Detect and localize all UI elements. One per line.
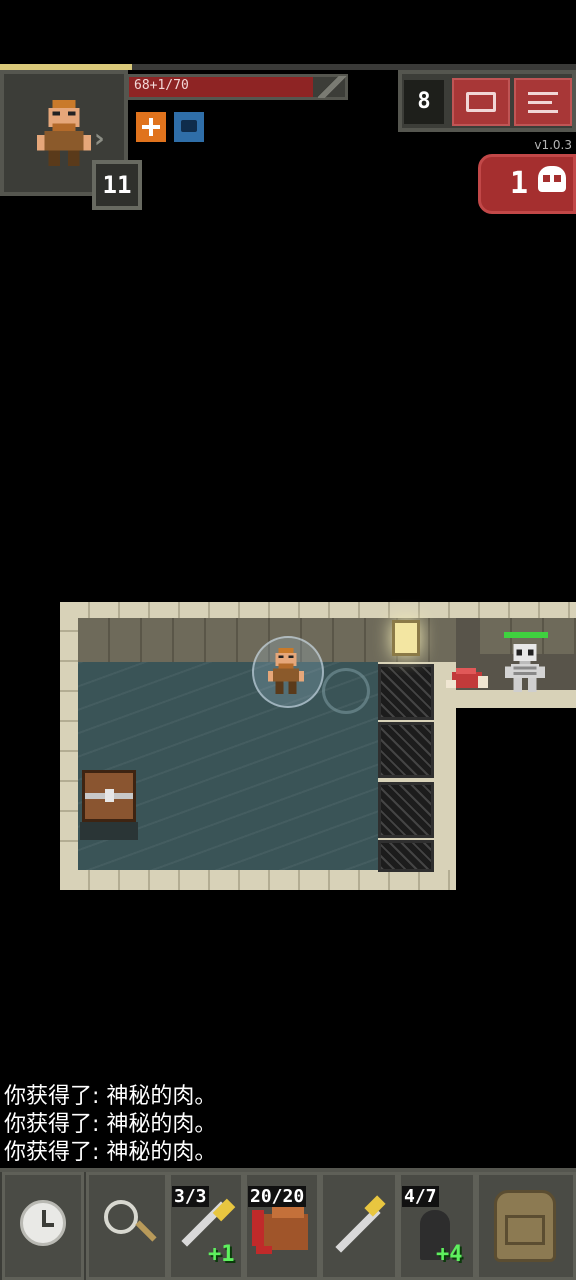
- wall-lamp-icon: [392, 620, 420, 656]
- skull-icon: [538, 166, 566, 192]
- quickslot-bonus: +1: [208, 1242, 235, 1267]
- journal-icon: [466, 92, 496, 112]
- corridor-floor-edge: [452, 690, 576, 708]
- quickslot-charges: 4/7: [402, 1186, 439, 1207]
- magnifier-icon: [104, 1200, 138, 1234]
- floor-grate[interactable]: [378, 840, 434, 872]
- wall-right-edge: [434, 690, 456, 890]
- skeleton-enemy[interactable]: [502, 644, 548, 692]
- treasure-chest[interactable]: [82, 770, 136, 822]
- floor-grate[interactable]: [378, 664, 434, 720]
- wall-top-edge: [60, 602, 576, 618]
- clock-icon: [20, 1200, 66, 1246]
- chest-pedestal: [80, 822, 138, 840]
- wall-left-edge: [60, 602, 78, 890]
- chevron-right-icon: ›: [94, 124, 105, 154]
- quickslot-count: 20/20: [248, 1186, 307, 1207]
- quickslot-charges: 3/3: [172, 1186, 209, 1207]
- hp-text: 68+1/70: [134, 78, 189, 93]
- floor-grate[interactable]: [378, 782, 434, 838]
- hero-sprite[interactable]: [268, 646, 304, 696]
- hp-bar-cap: [318, 76, 348, 98]
- hero-portrait: [36, 100, 92, 166]
- buff-orange-icon[interactable]: [136, 112, 166, 142]
- wall-bottom-edge: [60, 870, 456, 890]
- version-label: v1.0.3: [534, 138, 572, 152]
- backpack-icon: [494, 1190, 556, 1262]
- buff-blue-icon[interactable]: [174, 112, 204, 142]
- floor-grate[interactable]: [378, 722, 434, 778]
- log-line: 你获得了: 神秘的肉。: [4, 1140, 217, 1165]
- enemy-hp-bar: [504, 632, 548, 638]
- depth-indicator: 8: [404, 80, 444, 124]
- hero-level-badge: 11: [92, 160, 142, 210]
- quickslot-bonus: +4: [436, 1242, 463, 1267]
- log-line: 你获得了: 神秘的肉。: [4, 1084, 217, 1109]
- water-ripple: [322, 668, 370, 714]
- menu-icon: [528, 92, 558, 114]
- mystery-meat-item[interactable]: [444, 664, 490, 692]
- danger-count: 1: [510, 166, 529, 201]
- log-line: 你获得了: 神秘的肉。: [4, 1112, 217, 1137]
- food-ration-icon: [252, 1206, 308, 1254]
